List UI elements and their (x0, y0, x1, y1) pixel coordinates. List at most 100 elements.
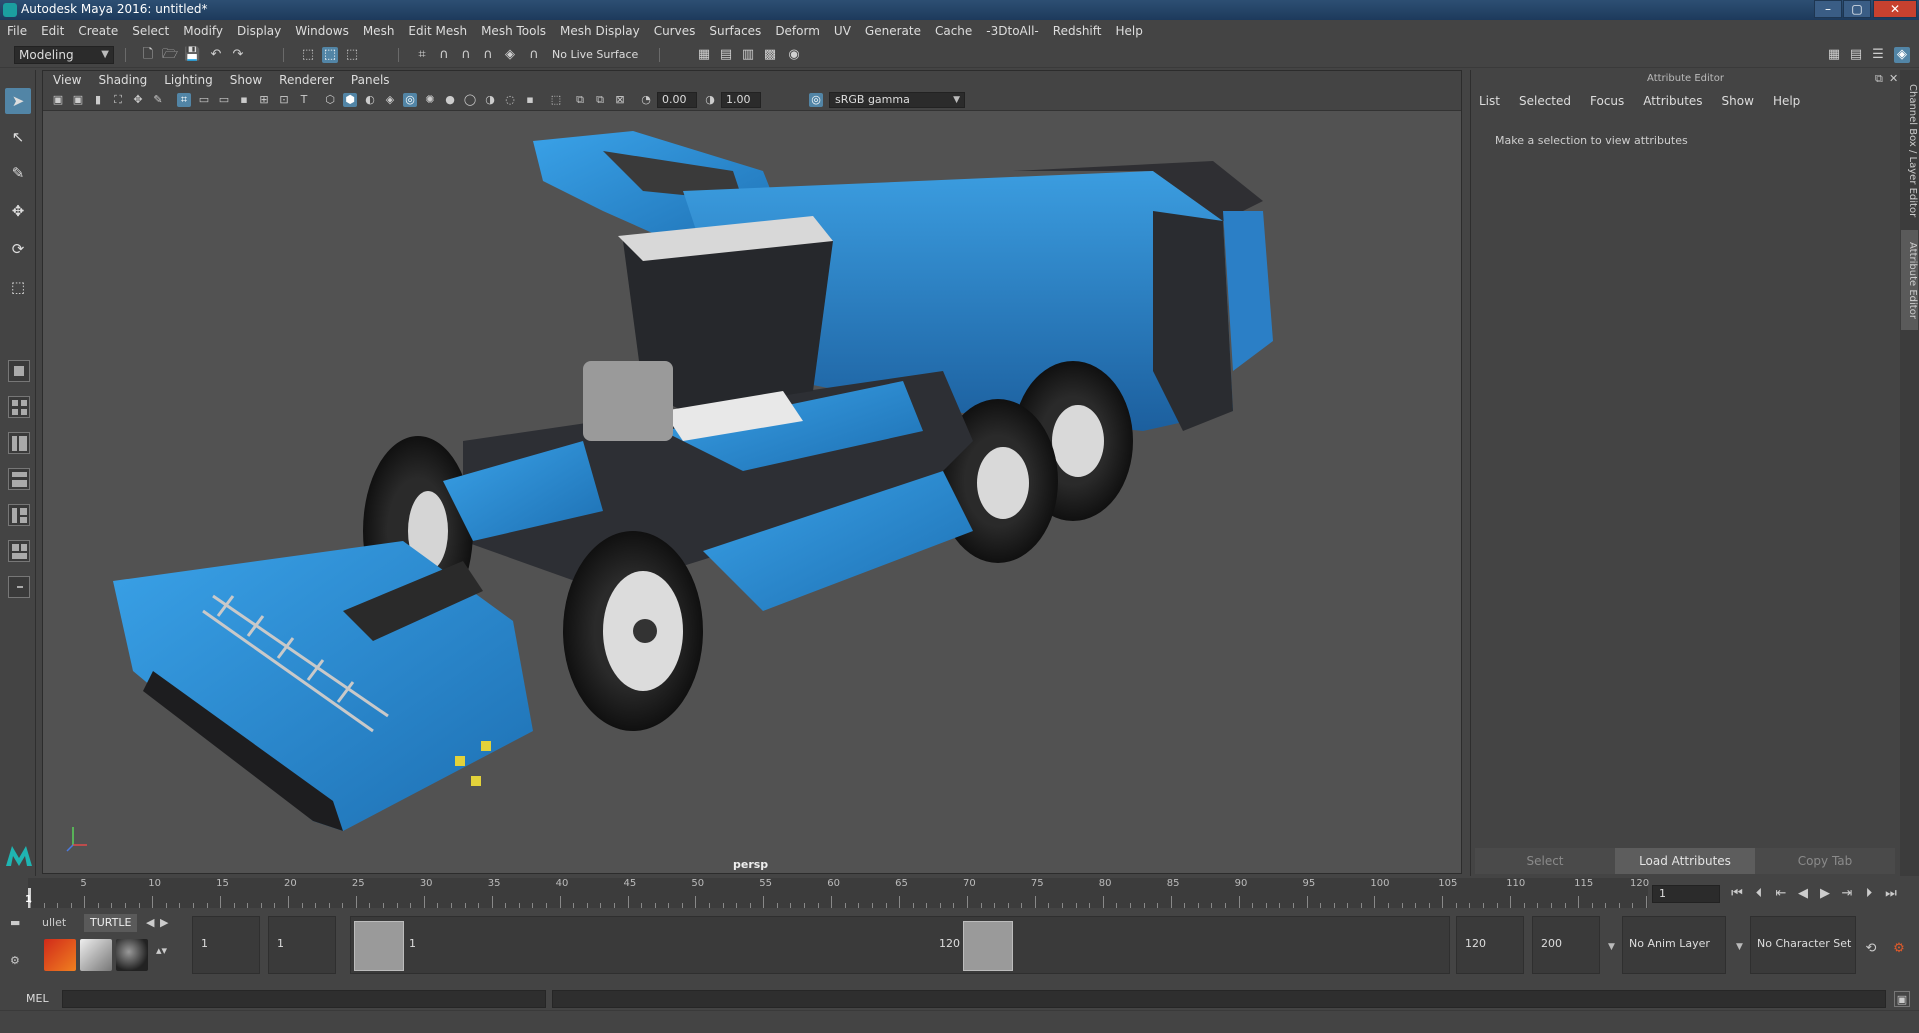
safe-action-icon[interactable]: ⊡ (277, 93, 291, 107)
2d-pan-zoom-icon[interactable]: ✥ (131, 93, 145, 107)
range-start-handle[interactable] (354, 921, 404, 971)
range-slider-track[interactable]: 1 120 (350, 916, 1450, 974)
animation-start-field[interactable]: 1 (192, 916, 260, 974)
panel-menu-shading[interactable]: Shading (98, 73, 147, 87)
hypershade-icon[interactable]: ◉ (786, 47, 802, 63)
lasso-tool-icon[interactable]: ↖ (5, 124, 31, 150)
menu-file[interactable]: File (0, 24, 34, 38)
step-forward-frame-icon[interactable]: ⏵ (1860, 885, 1878, 903)
exposure-icon[interactable]: ◔ (639, 93, 653, 107)
step-forward-key-icon[interactable]: ⇥ (1838, 885, 1856, 903)
move-tool-icon[interactable]: ✥ (5, 198, 31, 224)
menu-generate[interactable]: Generate (858, 24, 928, 38)
ae-menu-attributes[interactable]: Attributes (1643, 94, 1702, 108)
go-to-start-icon[interactable]: ⏮ (1728, 885, 1746, 903)
render-frame-icon[interactable]: ▤ (718, 47, 734, 63)
menu-modify[interactable]: Modify (176, 24, 230, 38)
hypershade-layout-icon[interactable] (8, 504, 30, 526)
render-settings-icon[interactable]: ▦ (696, 47, 712, 63)
character-set-dropdown[interactable]: No Character Set (1750, 916, 1856, 974)
color-management-icon[interactable]: ◎ (809, 93, 823, 107)
motion-blur-icon[interactable]: ◑ (483, 93, 497, 107)
playback-end-field[interactable]: 120 (1456, 916, 1524, 974)
chevron-down-icon[interactable]: ▼ (1736, 942, 1743, 952)
menu-select[interactable]: Select (125, 24, 176, 38)
anim-preferences-icon[interactable]: ⚙ (1890, 940, 1908, 958)
maximize-button[interactable]: ▢ (1843, 0, 1871, 18)
render-view-icon[interactable]: ▩ (762, 47, 778, 63)
playback-start-field[interactable]: 1 (268, 916, 336, 974)
scale-tool-icon[interactable]: ⬚ (5, 274, 31, 300)
load-attributes-button[interactable]: Load Attributes (1615, 848, 1755, 874)
menu-curves[interactable]: Curves (647, 24, 703, 38)
select-hierarchy-icon[interactable]: ⬚ (300, 47, 316, 63)
shelf-tab-turtle[interactable]: TURTLE (84, 914, 138, 932)
new-scene-icon[interactable]: 🗋 (140, 47, 156, 63)
chevron-down-icon[interactable]: ▼ (1608, 942, 1615, 952)
shelf-menu-icon[interactable]: ▬ (4, 914, 26, 932)
menu-cache[interactable]: Cache (928, 24, 979, 38)
ambient-occlusion-icon[interactable]: ● (443, 93, 457, 107)
ae-menu-focus[interactable]: Focus (1590, 94, 1624, 108)
image-plane-icon[interactable]: ⛶ (111, 93, 125, 107)
select-component-icon[interactable]: ⬚ (344, 47, 360, 63)
menu-3dtoall[interactable]: -3DtoAll- (979, 24, 1045, 38)
custom-layout-icon[interactable] (8, 576, 30, 598)
snap-view-icon[interactable]: ∩ (480, 47, 496, 63)
turtle-sphere-icon[interactable] (116, 939, 148, 971)
undo-icon[interactable]: ↶ (208, 47, 224, 63)
snap-curve-icon[interactable]: ∩ (436, 47, 452, 63)
xray-icon[interactable]: ⧉ (573, 93, 587, 107)
live-surface-label[interactable]: No Live Surface (552, 48, 638, 61)
smooth-shade-icon[interactable]: ⬢ (343, 93, 357, 107)
redo-icon[interactable]: ↷ (230, 47, 246, 63)
toggle-attribute-editor-icon[interactable]: ▤ (1848, 47, 1864, 63)
range-end-handle[interactable] (963, 921, 1013, 971)
menu-edit-mesh[interactable]: Edit Mesh (401, 24, 474, 38)
close-panel-icon[interactable]: ✕ (1889, 72, 1898, 85)
toggle-modeling-toolkit-icon[interactable]: ▦ (1826, 47, 1842, 63)
anim-layer-dropdown[interactable]: No Anim Layer (1622, 916, 1726, 974)
use-all-lights-icon[interactable]: ◎ (403, 93, 417, 107)
animation-end-field[interactable]: 200 (1532, 916, 1600, 974)
gamma-field[interactable]: 1.00 (721, 92, 761, 108)
step-back-frame-icon[interactable]: ⏴ (1750, 885, 1768, 903)
current-frame-field[interactable]: 1 (1652, 885, 1720, 903)
open-scene-icon[interactable]: 🗁 (162, 47, 178, 63)
select-button[interactable]: Select (1475, 848, 1615, 874)
tab-channel-box[interactable]: Channel Box / Layer Editor (1901, 76, 1918, 226)
script-editor-icon[interactable]: ▣ (1894, 991, 1910, 1007)
auto-key-icon[interactable]: ⟲ (1862, 940, 1880, 958)
ae-menu-list[interactable]: List (1479, 94, 1500, 108)
menu-display[interactable]: Display (230, 24, 288, 38)
menu-uv[interactable]: UV (827, 24, 858, 38)
safe-title-icon[interactable]: T (297, 93, 311, 107)
menu-windows[interactable]: Windows (288, 24, 356, 38)
xray-components-icon[interactable]: ⊠ (613, 93, 627, 107)
menu-mesh-display[interactable]: Mesh Display (553, 24, 647, 38)
field-chart-icon[interactable]: ⊞ (257, 93, 271, 107)
time-slider-track[interactable]: 1 5 10 15 20 25 30 35 40 45 50 55 60 65 70 75 80 85 90 95 1… (25, 878, 1649, 908)
save-scene-icon[interactable]: 💾 (184, 47, 200, 63)
menu-redshift[interactable]: Redshift (1046, 24, 1109, 38)
play-backwards-icon[interactable]: ◀ (1794, 885, 1812, 903)
panel-menu-lighting[interactable]: Lighting (164, 73, 213, 87)
play-forwards-icon[interactable]: ▶ (1816, 885, 1834, 903)
persp-outliner-layout-icon[interactable] (8, 432, 30, 454)
grid-icon[interactable]: ⌗ (177, 93, 191, 107)
ipr-render-icon[interactable]: ▥ (740, 47, 756, 63)
four-view-layout-icon[interactable] (8, 396, 30, 418)
view-transform-dropdown[interactable]: sRGB gamma ▼ (829, 92, 965, 108)
isolate-select-icon[interactable]: ⬚ (549, 93, 563, 107)
toggle-tool-settings-icon[interactable]: ☰ (1870, 47, 1886, 63)
turtle-render-icon[interactable] (44, 939, 76, 971)
harvester-3d-model[interactable] (43, 111, 1461, 873)
xray-joints-icon[interactable]: ⧉ (593, 93, 607, 107)
shelf-settings-icon[interactable]: ⚙ (4, 952, 26, 970)
command-language-label[interactable]: MEL (26, 992, 49, 1005)
single-view-layout-icon[interactable] (8, 360, 30, 382)
toggle-channel-box-icon[interactable]: ◈ (1894, 47, 1910, 63)
menu-mesh-tools[interactable]: Mesh Tools (474, 24, 553, 38)
persp-graph-hypergraph-layout-icon[interactable] (8, 540, 30, 562)
depth-of-field-icon[interactable]: ▪ (523, 93, 537, 107)
